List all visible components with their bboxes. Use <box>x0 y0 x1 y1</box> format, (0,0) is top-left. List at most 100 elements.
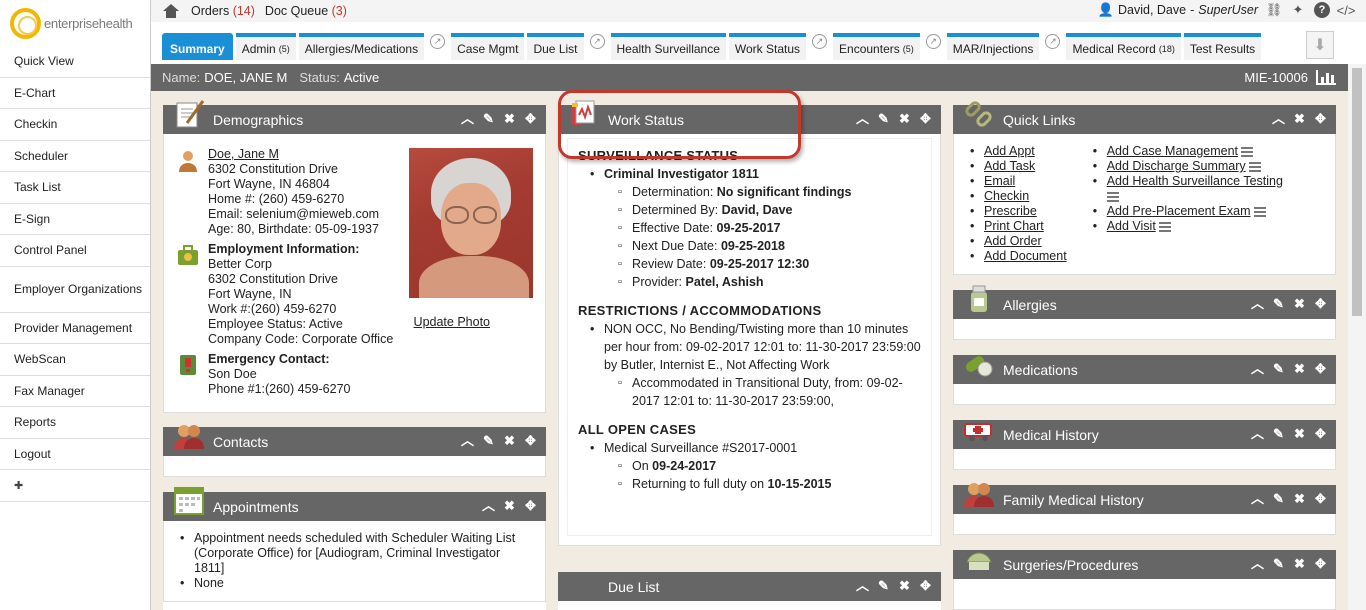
add-pre-placement-exam-link[interactable]: Add Pre-Placement Exam <box>1107 204 1251 218</box>
tab-allergies-medications[interactable]: Allergies/Medications <box>298 33 425 60</box>
popout-icon[interactable]: ↗ <box>925 33 941 49</box>
tab-admin[interactable]: Admin (5) <box>235 33 296 60</box>
edit-icon[interactable]: ✎ <box>481 433 496 448</box>
collapse-icon[interactable]: ︿ <box>1250 296 1265 311</box>
move-icon[interactable]: ✥ <box>523 433 538 448</box>
patient-name-link[interactable]: Doe, Jane M <box>208 147 379 162</box>
list-icon[interactable] <box>1158 221 1171 232</box>
collapse-icon[interactable]: ︿ <box>460 111 475 126</box>
add-health-surveillance-testing-link[interactable]: Add Health Surveillance Testing <box>1107 174 1283 188</box>
tab-health-surveillance[interactable]: Health Surveillance <box>610 33 726 60</box>
email-link[interactable]: Email <box>984 174 1015 188</box>
collapse-icon[interactable]: ︿ <box>1250 556 1265 571</box>
close-icon[interactable]: ✖ <box>1292 361 1307 376</box>
edit-icon[interactable]: ✎ <box>876 111 891 126</box>
list-icon[interactable] <box>1248 161 1261 172</box>
sidebar-item-checkin[interactable]: Checkin <box>0 109 150 141</box>
tab-summary[interactable]: Summary <box>162 33 233 60</box>
tab-scroll-down-button[interactable]: ⬇ <box>1306 31 1334 59</box>
edit-icon[interactable]: ✎ <box>876 578 891 593</box>
logo[interactable]: enterprisehealth <box>0 0 150 46</box>
sidebar-item-task-list[interactable]: Task List <box>0 172 150 204</box>
add-task-link[interactable]: Add Task <box>984 159 1035 173</box>
close-icon[interactable]: ✖ <box>1292 296 1307 311</box>
home-icon[interactable] <box>163 4 179 18</box>
sidebar-item-quick-view[interactable]: Quick View <box>0 46 150 78</box>
close-icon[interactable]: ✖ <box>1292 556 1307 571</box>
link-icon[interactable]: ⛓ <box>1266 2 1283 18</box>
sidebar-item-fax-manager[interactable]: Fax Manager <box>0 376 150 407</box>
move-icon[interactable]: ✥ <box>1313 111 1328 126</box>
tab-test-results[interactable]: Test Results <box>1183 33 1262 60</box>
collapse-icon[interactable]: ︿ <box>855 111 870 126</box>
close-icon[interactable]: ✖ <box>1292 111 1307 126</box>
close-icon[interactable]: ✖ <box>1292 426 1307 441</box>
collapse-icon[interactable]: ︿ <box>1271 111 1286 126</box>
edit-icon[interactable]: ✎ <box>481 111 496 126</box>
checkin-link[interactable]: Checkin <box>984 189 1029 203</box>
close-icon[interactable]: ✖ <box>502 111 517 126</box>
tab-case-mgmt[interactable]: Case Mgmt <box>451 33 525 60</box>
sidebar-item-scheduler[interactable]: Scheduler <box>0 141 150 172</box>
move-icon[interactable]: ✥ <box>918 578 933 593</box>
popout-icon[interactable]: ↗ <box>1045 33 1061 49</box>
sidebar-item-reports[interactable]: Reports <box>0 407 150 439</box>
close-icon[interactable]: ✖ <box>897 578 912 593</box>
list-icon[interactable] <box>1253 206 1266 217</box>
popout-icon[interactable]: ↗ <box>430 33 446 49</box>
prescribe-link[interactable]: Prescribe <box>984 204 1037 218</box>
code-icon[interactable]: </> <box>1337 2 1356 18</box>
tab-due-list[interactable]: Due List <box>527 33 584 60</box>
move-icon[interactable]: ✥ <box>918 111 933 126</box>
edit-icon[interactable]: ✎ <box>1271 426 1286 441</box>
print-chart-link[interactable]: Print Chart <box>984 219 1044 233</box>
add-document-link[interactable]: Add Document <box>984 249 1067 263</box>
edit-icon[interactable]: ✎ <box>1271 296 1286 311</box>
add-appt-link[interactable]: Add Appt <box>984 144 1035 158</box>
magic-wand-icon[interactable]: ✦ <box>1290 2 1306 18</box>
scrollbar[interactable] <box>1348 64 1366 610</box>
move-icon[interactable]: ✥ <box>1313 296 1328 311</box>
sidebar-item-e-chart[interactable]: E-Chart <box>0 78 150 109</box>
update-photo-link[interactable]: Update Photo <box>414 315 490 329</box>
edit-icon[interactable]: ✎ <box>1271 361 1286 376</box>
move-icon[interactable]: ✥ <box>1313 491 1328 506</box>
list-icon[interactable] <box>1241 146 1254 157</box>
move-icon[interactable]: ✥ <box>1313 361 1328 376</box>
tab-encounters[interactable]: Encounters (5) <box>833 33 920 60</box>
close-icon[interactable]: ✖ <box>502 433 517 448</box>
scrollbar-thumb[interactable] <box>1352 68 1362 316</box>
tab-medical-record[interactable]: Medical Record (18) <box>1066 33 1181 60</box>
user-menu[interactable]: 👤 David, Dave - SuperUser <box>1098 2 1258 18</box>
move-icon[interactable]: ✥ <box>1313 556 1328 571</box>
sidebar-item-provider-management[interactable]: Provider Management <box>0 313 150 344</box>
collapse-icon[interactable]: ︿ <box>855 578 870 593</box>
add-case-management-link[interactable]: Add Case Management <box>1107 144 1238 158</box>
move-icon[interactable]: ✥ <box>523 498 538 513</box>
add-order-link[interactable]: Add Order <box>984 234 1042 248</box>
orders-link[interactable]: Orders (14) <box>191 4 255 18</box>
bar-chart-icon[interactable] <box>1316 70 1336 85</box>
collapse-icon[interactable]: ︿ <box>481 498 496 513</box>
add-discharge-summary-link[interactable]: Add Discharge Summary <box>1107 159 1246 173</box>
edit-icon[interactable]: ✎ <box>1271 556 1286 571</box>
sidebar-item-employer-organizations[interactable]: Employer Organizations <box>0 267 150 313</box>
collapse-icon[interactable]: ︿ <box>1250 491 1265 506</box>
collapse-icon[interactable]: ︿ <box>1250 426 1265 441</box>
sidebar-item-webscan[interactable]: WebScan <box>0 344 150 376</box>
close-icon[interactable]: ✖ <box>1292 491 1307 506</box>
popout-icon[interactable]: ↗ <box>812 33 828 49</box>
sidebar-item-logout[interactable]: Logout <box>0 439 150 470</box>
collapse-icon[interactable]: ︿ <box>460 433 475 448</box>
tab-work-status[interactable]: Work Status <box>728 33 807 60</box>
close-icon[interactable]: ✖ <box>897 111 912 126</box>
move-icon[interactable]: ✥ <box>1313 426 1328 441</box>
list-icon[interactable] <box>1106 191 1119 202</box>
popout-icon[interactable]: ↗ <box>589 33 605 49</box>
help-icon[interactable]: ? <box>1314 2 1330 18</box>
collapse-icon[interactable]: ︿ <box>1250 361 1265 376</box>
edit-icon[interactable]: ✎ <box>1271 491 1286 506</box>
close-icon[interactable]: ✖ <box>502 498 517 513</box>
add-visit-link[interactable]: Add Visit <box>1107 219 1156 233</box>
doc-queue-link[interactable]: Doc Queue (3) <box>265 4 347 18</box>
